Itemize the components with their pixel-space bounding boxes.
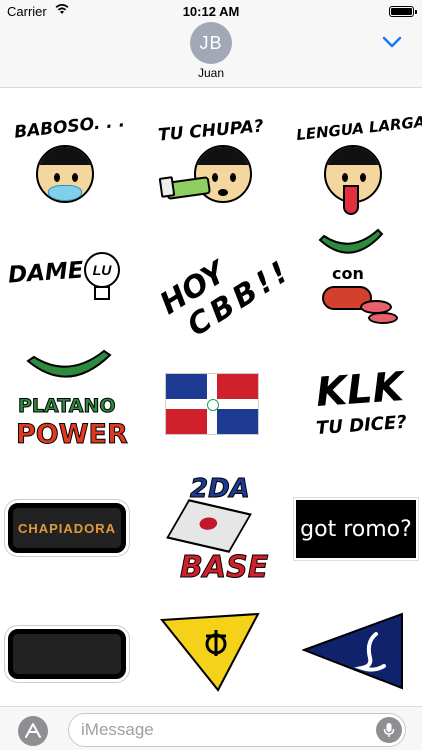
sticker-caption: LENGUA LARGA!	[295, 111, 422, 145]
sticker-caption: TU CHUPA?	[157, 116, 265, 146]
sticker-licey-pennant[interactable]	[302, 600, 422, 720]
sticker-caption: CHAPIADORA	[17, 520, 117, 536]
tag-plate: CHAPIADORA	[8, 503, 126, 553]
sticker-caption-line1: PLATANO	[18, 395, 117, 418]
sticker-tu-chupa[interactable]: TU CHUPA?	[150, 105, 270, 225]
status-bar: Carrier 10:12 AM	[0, 0, 422, 22]
pennant-icon	[302, 612, 403, 690]
sticker-caption: DAME	[7, 257, 85, 289]
sticker-caption-line2: BASE	[179, 550, 269, 586]
tongue-icon	[343, 185, 359, 215]
sticker-caption-line2: POWER	[16, 419, 129, 451]
sticker-dominican-flag[interactable]	[160, 365, 280, 485]
dictation-button[interactable]	[376, 717, 402, 743]
sticker-caption-line2: TU DICE?	[315, 411, 408, 440]
sticker-aguilas-pennant[interactable]	[160, 600, 280, 720]
sticker-dame-luz[interactable]: DAME LU	[7, 240, 128, 360]
sticker-platano-power[interactable]: PLATANO POWER	[10, 345, 130, 465]
avatar-initials: JB	[199, 32, 223, 53]
sticker-caption: con	[332, 264, 364, 283]
sticker-chapiadora[interactable]: CHAPIADORA	[4, 475, 126, 595]
bottle-label	[158, 176, 176, 198]
message-input[interactable]	[81, 720, 361, 740]
pennant-icon	[160, 612, 260, 692]
bulb-base	[94, 286, 110, 300]
app-store-button[interactable]	[18, 716, 48, 746]
microphone-icon	[383, 723, 395, 737]
tag-plate: got romo?	[296, 500, 416, 558]
lips-icon	[196, 515, 220, 532]
plantain-icon	[318, 228, 384, 254]
flag-icon	[165, 373, 259, 435]
message-field[interactable]	[68, 713, 406, 747]
sticker-caption: BABOSO. . .	[13, 111, 126, 143]
messages-screen: Carrier 10:12 AM JB Juan BABOSO. . . TU …	[0, 0, 422, 750]
contact-name[interactable]: Juan	[0, 66, 422, 80]
face-icon	[36, 145, 94, 203]
sticker-klk-tu-dice[interactable]: KLK TU DICE?	[302, 357, 422, 477]
sticker-got-romo[interactable]: got romo?	[296, 490, 416, 610]
base-icon	[166, 499, 252, 553]
sticker-2da-base[interactable]: 2DA BASE	[160, 470, 280, 590]
message-input-bar	[0, 706, 422, 750]
chevron-down-icon[interactable]	[382, 36, 402, 48]
conversation-header: Carrier 10:12 AM JB Juan	[0, 0, 422, 88]
clock: 10:12 AM	[182, 4, 240, 19]
sticker-caption: got romo?	[300, 516, 412, 542]
app-store-icon	[25, 723, 41, 738]
plantain-icon	[26, 349, 112, 378]
sticker-caption-line1: 2DA	[190, 474, 251, 505]
tag-plate	[8, 629, 126, 679]
battery-icon	[389, 6, 417, 17]
bulb-icon: LU	[84, 252, 120, 288]
sticker-hoy-cbb[interactable]: HOY CBB!!	[152, 235, 298, 355]
sticker-caption-line1: KLK	[314, 364, 405, 416]
sticker-baboso[interactable]: BABOSO. . .	[10, 105, 130, 225]
bulb-text: LU	[92, 262, 112, 278]
sticker-lengua-larga[interactable]: LENGUA LARGA!	[292, 105, 422, 225]
sticker-platano-con-salami[interactable]: con	[300, 228, 420, 348]
salami-slice	[368, 312, 398, 324]
avatar[interactable]: JB	[190, 22, 232, 64]
